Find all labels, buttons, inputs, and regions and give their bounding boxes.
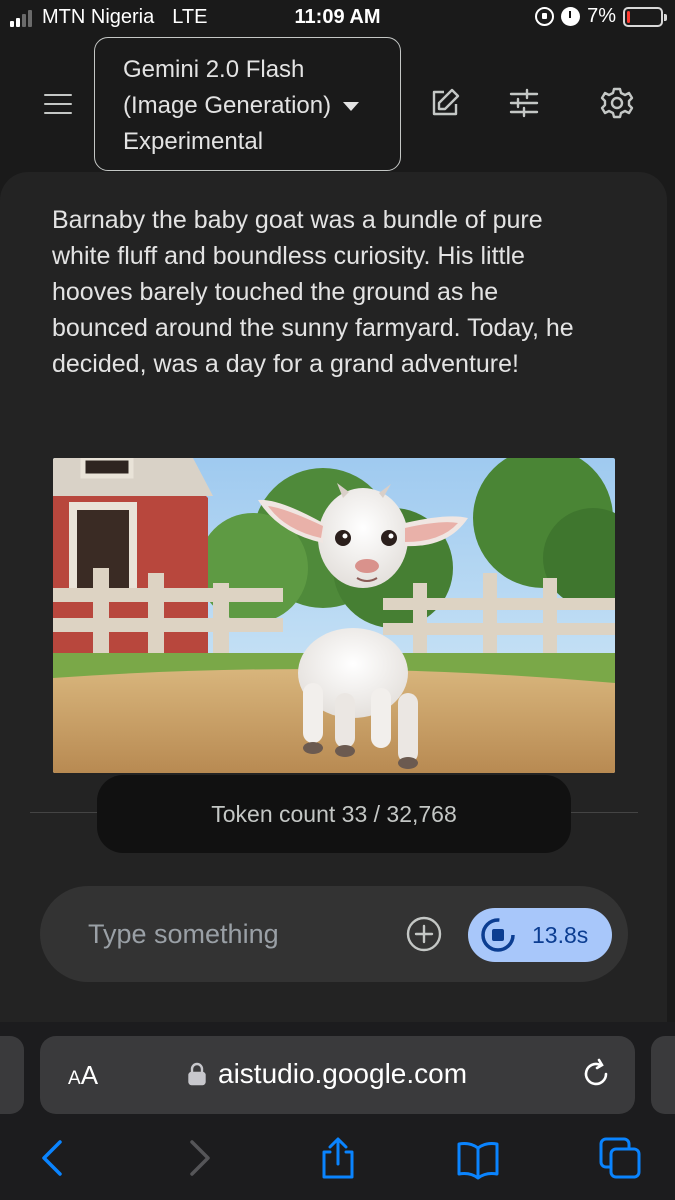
next-tab-peek[interactable] (651, 1036, 675, 1114)
settings-icon[interactable] (600, 86, 634, 120)
model-name-line-2: (Image Generation) (123, 92, 332, 119)
orientation-lock-icon (535, 7, 555, 26)
stop-run-button[interactable]: 13.8s (468, 908, 612, 962)
alarm-icon (561, 7, 581, 26)
chat-panel: Barnaby the baby goat was a bundle of pu… (0, 172, 667, 1022)
tune-icon[interactable] (507, 86, 541, 120)
response-line: white fluff and boundless curiosity. His… (52, 242, 525, 270)
response-line: hooves barely touched the ground as he (52, 278, 499, 306)
model-response: Barnaby the baby goat was a bundle of pu… (52, 202, 612, 382)
add-circle-icon[interactable] (406, 916, 442, 952)
signal-icon (10, 9, 32, 27)
response-line: bounced around the sunny farmyard. Today… (52, 314, 574, 342)
status-bar: MTN Nigeria LTE 11:09 AM 7% (0, 0, 675, 36)
share-icon[interactable] (316, 1136, 360, 1180)
back-icon[interactable] (32, 1136, 76, 1180)
prompt-input[interactable] (88, 910, 388, 958)
generated-goat-image[interactable] (53, 458, 615, 773)
dropdown-caret-icon (343, 102, 360, 112)
tabs-icon[interactable] (598, 1136, 642, 1180)
bookmarks-icon[interactable] (456, 1136, 500, 1180)
url-text: aistudio.google.com (218, 1058, 468, 1089)
lock-icon (188, 1062, 206, 1086)
battery-percent: 7% (587, 5, 616, 27)
app-bar: Gemini 2.0 Flash (Image Generation) Expe… (0, 36, 675, 176)
menu-icon[interactable] (44, 94, 72, 114)
browser-chrome: AA aistudio.google.com (0, 1022, 675, 1200)
model-name-line-3: Experimental (123, 128, 264, 155)
previous-tab-peek[interactable] (0, 1036, 24, 1114)
screen: MTN Nigeria LTE 11:09 AM 7% Gemini 2.0 F… (0, 0, 675, 1200)
carrier-name: MTN Nigeria (42, 6, 155, 28)
forward-icon[interactable] (176, 1136, 220, 1180)
reload-icon[interactable] (580, 1058, 612, 1090)
token-count-badge: Token count 33 / 32,768 (97, 775, 571, 853)
response-line: Barnaby the baby goat was a bundle of pu… (52, 206, 543, 234)
network-type: LTE (172, 6, 208, 28)
model-name-line-1: Gemini 2.0 Flash (123, 56, 305, 83)
run-timer: 13.8s (532, 922, 589, 948)
text-size-button[interactable]: AA (68, 1060, 98, 1091)
address-bar[interactable]: AA aistudio.google.com (40, 1036, 635, 1114)
edit-icon[interactable] (428, 86, 462, 120)
battery-icon (623, 6, 667, 27)
response-line: decided, was a day for a grand adventure… (52, 350, 519, 378)
model-selector[interactable]: Gemini 2.0 Flash (Image Generation) Expe… (94, 37, 401, 171)
stop-icon (480, 917, 516, 953)
battery-level (627, 10, 630, 23)
prompt-composer: 13.8s (40, 886, 628, 982)
